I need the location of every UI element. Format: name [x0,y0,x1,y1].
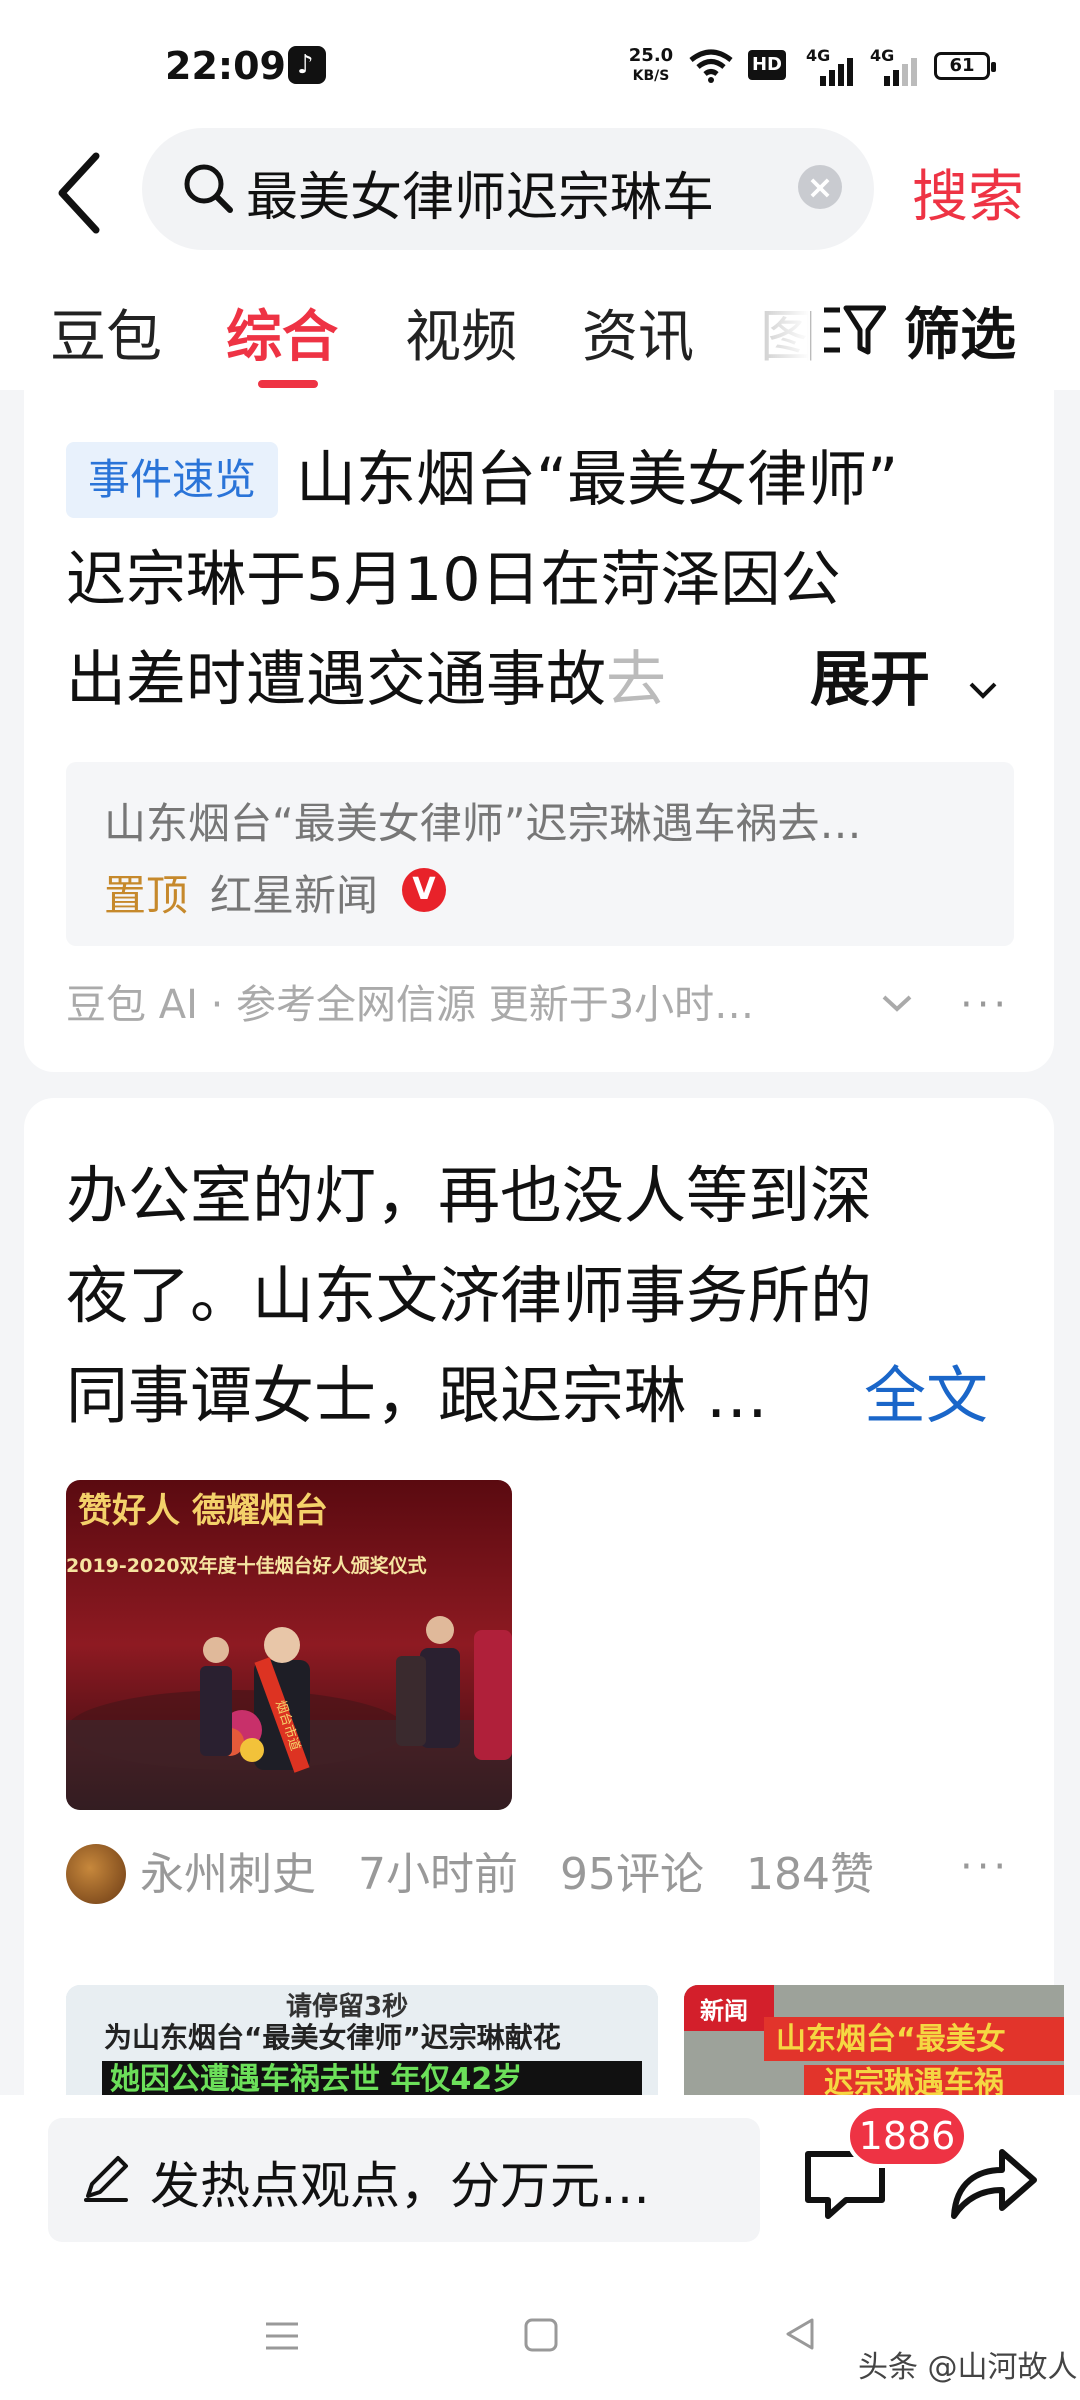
svg-text:新闻: 新闻 [700,1997,748,2025]
event-tag: 事件速览 [66,442,278,518]
svg-text:为山东烟台“最美女律师”迟宗琳献花: 为山东烟台“最美女律师”迟宗琳献花 [104,2021,561,2054]
svg-text:2019-2020双年度十佳烟台好人颁奖仪式: 2019-2020双年度十佳烟台好人颁奖仪式 [66,1554,427,1577]
comment-placeholder[interactable]: 发热点观点，分万元… [150,2146,650,2218]
back-arrow-icon[interactable] [52,148,112,238]
hd-icon: HD [748,50,786,80]
tiktok-icon: ♪ [288,46,326,84]
menu-icon[interactable] [262,2316,302,2356]
svg-text:迟宗琳遇车祸: 迟宗琳遇车祸 [824,2066,1004,2095]
tab-zonghe[interactable]: 综合 [226,292,338,373]
search-button[interactable]: 搜索 [912,152,1024,233]
search-icon [184,164,233,213]
network-speed-unit: KB/S [632,68,670,84]
network-speed-value: 25.0 [628,45,674,66]
post-meta: 永州刺史 7小时前 95评论 184赞 [140,1838,874,1902]
expand-button[interactable]: 展开 [810,630,930,730]
pinned-label: 置顶 [104,871,189,920]
watermark: 头条 @山河故人 [858,2350,1078,2385]
share-icon[interactable] [946,2138,1042,2226]
more-icon[interactable]: ··· [960,982,1010,1028]
search-query[interactable]: 最美女律师迟宗琳车 [246,155,714,230]
filter-button[interactable]: 筛选 [904,290,1016,371]
video-thumbnail[interactable]: 新闻 山东烟台“最美女 迟宗琳遇车祸 [684,1985,1064,2095]
filter-icon[interactable] [822,302,886,358]
wifi-icon [689,49,733,83]
chevron-down-icon[interactable] [880,992,914,1014]
clear-icon[interactable]: × [798,165,842,209]
active-tab-indicator [258,380,318,388]
summary-line: 出差时遭遇交通事故去 [66,630,666,730]
svg-text:山东烟台“最美女: 山东烟台“最美女 [776,2022,1006,2057]
post-photo[interactable]: 赞好人 德耀烟台 2019-2020双年度十佳烟台好人颁奖仪式 烟台市道 [66,1480,512,1810]
like-stat: 184赞 [746,1849,874,1900]
summary-text: 出差时遭遇交通事故 [66,645,606,715]
author-name[interactable]: 永州刺史 [140,1849,316,1900]
tab-fade [740,280,810,370]
svg-text:请停留3秒: 请停留3秒 [286,1991,408,2022]
back-icon[interactable] [780,2314,820,2354]
ai-source-footer: 豆包 AI · 参考全网信源 更新于3小时… [66,982,755,1028]
tab-doubao[interactable]: 豆包 [50,292,162,373]
source-name: 红星新闻 [210,871,379,920]
summary-line: 山东烟台“最美女律师” [296,445,899,515]
signal-icon: 4G [806,46,862,86]
chevron-down-icon[interactable] [968,680,998,700]
battery-indicator: 61 [934,52,996,80]
network-speed: 25.0 KB/S [626,46,676,86]
avatar[interactable] [66,1844,126,1904]
home-icon[interactable] [522,2316,560,2354]
comment-stat: 95评论 [560,1849,704,1900]
status-time: 22:09 [165,44,286,88]
summary-line: 迟宗琳于5月10日在菏泽因公 [66,545,841,615]
summary-text-faded: 去 [606,645,666,715]
tab-video[interactable]: 视频 [405,292,517,373]
full-text-link[interactable]: 全文 [864,1346,988,1446]
quote-title[interactable]: 山东烟台“最美女律师”迟宗琳遇车祸去… [104,790,862,851]
verified-badge: V [402,868,446,912]
svg-text:赞好人 德耀烟台: 赞好人 德耀烟台 [78,1491,328,1531]
post-text-line: 办公室的灯，再也没人等到深 [66,1159,873,1232]
video-thumbnail[interactable]: 请停留3秒 为山东烟台“最美女律师”迟宗琳献花 她因公遭遇车祸去世 年仅42岁 [66,1985,658,2095]
post-time: 7小时前 [358,1849,518,1900]
post-text-line: 夜了。山东文济律师事务所的 [66,1259,873,1332]
more-icon[interactable]: ··· [960,1844,1010,1890]
svg-text:她因公遭遇车祸去世 年仅42岁: 她因公遭遇车祸去世 年仅42岁 [110,2062,522,2095]
signal-icon: 4G [870,46,926,86]
pen-icon [84,2156,128,2202]
post-text-line: 同事谭女士，跟迟宗琳 … [66,1359,768,1432]
tab-news[interactable]: 资讯 [582,292,694,373]
